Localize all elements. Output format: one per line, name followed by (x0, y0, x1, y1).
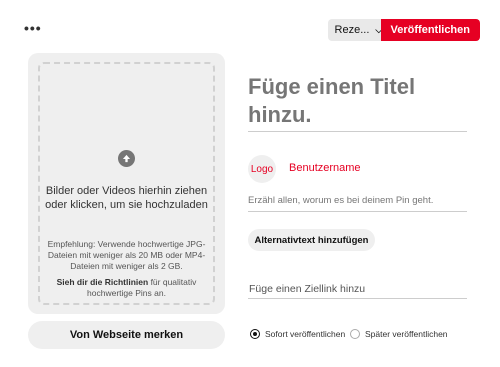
guidelines-link[interactable]: Sieh dir die Richtlinien (57, 277, 149, 287)
upload-dropzone[interactable]: Bilder oder Videos hierhin ziehen oder k… (28, 53, 225, 314)
add-alt-text-button[interactable]: Alternativtext hinzufügen (248, 229, 375, 251)
save-from-website-button[interactable]: Von Webseite merken (28, 321, 225, 349)
upload-recommendation-text: Empfehlung: Verwende hochwertige JPG-Dat… (47, 239, 206, 271)
publish-now-radio[interactable] (250, 329, 260, 339)
more-options-button[interactable]: ••• (24, 20, 42, 36)
publish-now-option[interactable]: Sofort veröffentlichen (250, 329, 345, 339)
description-input[interactable]: Erzähl allen, worum es bei deinem Pin ge… (248, 195, 467, 206)
publish-later-option[interactable]: Später veröffentlichen (350, 329, 448, 339)
link-underline (248, 298, 467, 299)
title-input[interactable]: Füge einen Titel hinzu. (248, 73, 467, 129)
upload-prompt-text: Bilder oder Videos hierhin ziehen oder k… (45, 185, 208, 211)
upload-guidelines-text: Sieh dir die Richtlinien für qualitativ … (36, 277, 217, 299)
arrow-up-icon (118, 150, 135, 167)
avatar: Logo (248, 155, 276, 183)
arrow-up-glyph (122, 154, 131, 163)
destination-link-input[interactable]: Füge einen Ziellink hinzu (249, 283, 467, 295)
publish-button[interactable]: Veröffentlichen (380, 19, 480, 41)
board-select-value: Reze... (334, 24, 370, 36)
description-underline (248, 211, 467, 212)
topbar-actions: Reze... ⌵ Veröffentlichen (327, 19, 480, 41)
username-label: Benutzername (289, 162, 361, 174)
publish-later-label: Später veröffentlichen (365, 329, 448, 339)
title-underline (248, 131, 467, 132)
publish-now-label: Sofort veröffentlichen (265, 329, 346, 339)
board-select-dropdown[interactable]: Reze... ⌵ (327, 19, 382, 41)
publish-later-radio[interactable] (350, 329, 360, 339)
